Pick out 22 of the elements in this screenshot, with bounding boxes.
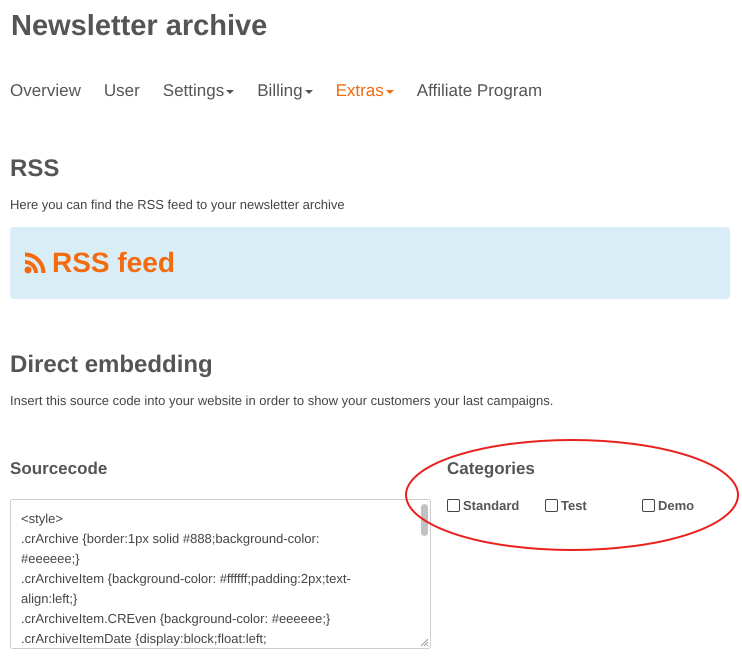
nav-link[interactable]: Settings [162, 81, 234, 101]
section-description: Here you can find the RSS feed to your newsletter archive [10, 197, 346, 212]
section-heading: RSS [10, 155, 60, 183]
sourcecode-field[interactable]: <style> .crArchive {border:1px solid #888;background-color: #eeeeee;} .crArchiveItem {background-color: #ffffff;padding:2px;text-align:left;} .crArchiveItem.CREven {background-color: #eeeeee;} .crArchiveItemDate {display:block;float:left; [10, 499, 431, 649]
scrollbar-thumb[interactable] [421, 504, 428, 536]
resize-grip-icon[interactable] [420, 638, 429, 647]
nav-link[interactable]: User [104, 81, 140, 101]
nav-link[interactable]: Billing [257, 81, 313, 101]
page-title: Newsletter archive [11, 10, 268, 43]
category-checkbox[interactable]: Demo [642, 498, 722, 513]
category-checkbox[interactable]: Test [545, 498, 642, 513]
nav-link[interactable]: Affiliate Program [416, 81, 542, 101]
field-label: Sourcecode [10, 459, 108, 479]
rss-icon [24, 252, 46, 274]
category-checkbox[interactable]: Standard [447, 498, 545, 513]
section-description: Insert this source code into your website in order to show your customers your last campaigns. [10, 393, 554, 408]
checkbox[interactable] [642, 499, 655, 512]
checkbox[interactable] [545, 499, 558, 512]
nav-link[interactable]: Overview [10, 81, 81, 101]
section-heading: Direct embedding [10, 351, 214, 379]
field-label: Categories [447, 459, 536, 479]
checkbox[interactable] [447, 499, 460, 512]
